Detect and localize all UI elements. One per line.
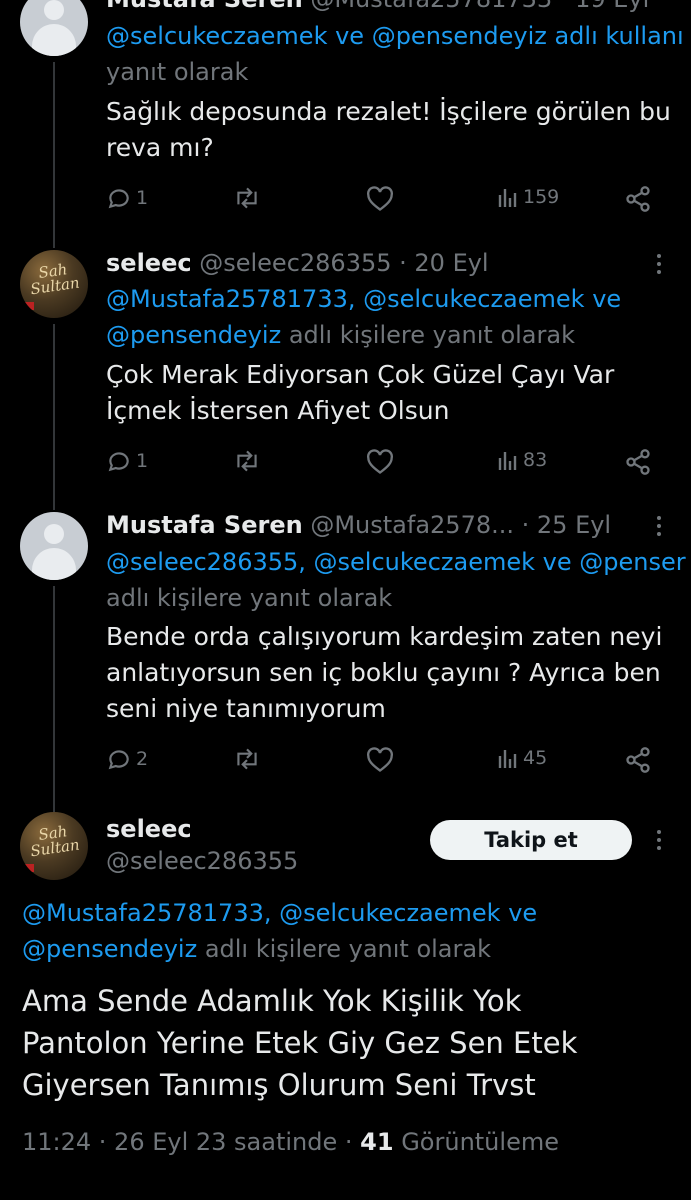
tweet-text-line: reva mı? bbox=[106, 133, 214, 162]
tweet-header: seleec @seleec286355 · 20 Eyl bbox=[106, 248, 489, 278]
avatar[interactable] bbox=[20, 0, 88, 56]
tweet-meta: 11:24 · 26 Eyl 23 saatinde · 41 Görüntül… bbox=[22, 1127, 559, 1157]
avatar-art-text: Sah Sultan bbox=[29, 260, 81, 299]
retweet-icon bbox=[237, 450, 257, 472]
avatar[interactable] bbox=[20, 512, 88, 580]
tweet-text-line: Ama Sende Adamlık Yok Kişilik Yok bbox=[22, 984, 522, 1018]
author-name[interactable]: Mustafa Seren bbox=[106, 0, 303, 13]
tweet-text-line: anlatıyorsun sen iç boklu çayını ? Ayrıc… bbox=[106, 658, 661, 687]
follow-button[interactable]: Takip et bbox=[430, 820, 632, 860]
like-button[interactable] bbox=[366, 186, 394, 212]
author-name[interactable]: Mustafa Seren bbox=[106, 511, 303, 539]
avatar[interactable]: Sah Sultan bbox=[20, 812, 88, 880]
views-button[interactable]: 159 bbox=[497, 185, 559, 209]
tweet-text-line: seni niye tanımıyorum bbox=[106, 694, 386, 723]
views-icon bbox=[498, 189, 517, 207]
views-icon bbox=[498, 750, 517, 768]
tweet-timestamp[interactable]: 11:24 · 26 Eyl 23 saatinde · bbox=[22, 1128, 353, 1156]
thread-connector bbox=[53, 62, 55, 248]
author-handle[interactable]: @Mustafa2578... bbox=[310, 511, 514, 539]
tweet-text-line: İçmek İstersen Afiyet Olsun bbox=[106, 396, 450, 425]
tweet-date[interactable]: · 25 Eyl bbox=[522, 511, 611, 539]
avatar-art-tag bbox=[24, 302, 34, 310]
share-button[interactable] bbox=[624, 448, 652, 476]
reply-icon bbox=[108, 452, 129, 472]
avatar-art-tag bbox=[24, 864, 34, 872]
views-count: 45 bbox=[523, 747, 548, 769]
tweet-text-line: Çok Merak Ediyorsan Çok Güzel Çayı Var bbox=[106, 360, 615, 389]
reply-count: 2 bbox=[136, 748, 149, 770]
reply-context-line: @pensendeyiz adlı kişilere yanıt olarak bbox=[22, 934, 491, 964]
like-icon bbox=[367, 186, 393, 211]
retweet-button[interactable] bbox=[232, 185, 262, 211]
reply-context-suffix: adlı kişilere yanıt olarak bbox=[204, 935, 491, 963]
tweet-header: Mustafa Seren @Mustafa2578... · 25 Eyl bbox=[106, 510, 611, 540]
share-icon bbox=[626, 186, 650, 212]
retweet-icon bbox=[237, 187, 257, 209]
view-count: 41 bbox=[360, 1128, 394, 1156]
tweet-date[interactable]: · 19 Eyl bbox=[560, 0, 649, 13]
like-button[interactable] bbox=[366, 747, 394, 773]
tweet-header: Mustafa Seren @Mustafa25781733 · 19 Eyl bbox=[106, 0, 649, 14]
author-name[interactable]: seleec bbox=[106, 249, 192, 277]
views-button[interactable]: 45 bbox=[497, 746, 547, 770]
views-button[interactable]: 83 bbox=[497, 448, 547, 472]
views-count: 159 bbox=[523, 186, 560, 208]
reply-context-suffix: yanıt olarak bbox=[106, 58, 249, 86]
retweet-button[interactable] bbox=[232, 746, 262, 772]
share-icon bbox=[626, 747, 650, 773]
tweet-date[interactable]: · 20 Eyl bbox=[399, 249, 488, 277]
reply-context-mentions[interactable]: @Mustafa25781733, @selcukeczaemek ve bbox=[106, 284, 621, 314]
reply-icon bbox=[108, 189, 129, 209]
retweet-button[interactable] bbox=[232, 448, 262, 474]
author-handle[interactable]: @seleec286355 bbox=[199, 249, 391, 277]
retweet-icon bbox=[237, 748, 257, 770]
reply-context-suffix: adlı kişilere yanıt olarak bbox=[288, 321, 575, 349]
tweet-text-line: Pantolon Yerine Etek Giy Gez Sen Etek bbox=[22, 1026, 578, 1060]
share-button[interactable] bbox=[624, 746, 652, 774]
reply-count: 1 bbox=[136, 450, 149, 472]
more-icon[interactable] bbox=[656, 516, 662, 540]
more-icon[interactable] bbox=[656, 254, 662, 278]
reply-button[interactable]: 1 bbox=[106, 448, 148, 474]
reply-context-mentions[interactable]: @Mustafa25781733, @selcukeczaemek ve bbox=[22, 898, 537, 928]
reply-context-mentions[interactable]: @seleec286355, @selcukeczaemek ve @pense… bbox=[106, 547, 686, 577]
author-handle[interactable]: @Mustafa25781733 bbox=[310, 0, 552, 13]
more-icon[interactable] bbox=[656, 830, 662, 854]
author-name[interactable]: seleec bbox=[106, 814, 192, 844]
view-label: Görüntüleme bbox=[401, 1128, 559, 1156]
mention-link[interactable]: @pensendeyiz bbox=[22, 935, 197, 963]
reply-button[interactable]: 1 bbox=[106, 185, 148, 211]
thread-connector bbox=[53, 324, 55, 510]
reply-count: 1 bbox=[136, 187, 149, 209]
share-button[interactable] bbox=[624, 185, 652, 213]
avatar-art-text: Sah Sultan bbox=[29, 822, 81, 861]
like-button[interactable] bbox=[366, 449, 394, 475]
reply-context-suffix: adlı kişilere yanıt olarak bbox=[106, 584, 393, 612]
views-count: 83 bbox=[523, 449, 548, 471]
avatar[interactable]: Sah Sultan bbox=[20, 250, 88, 318]
reply-button[interactable]: 2 bbox=[106, 746, 148, 772]
like-icon bbox=[367, 747, 393, 772]
mention-link[interactable]: @pensendeyiz bbox=[106, 321, 281, 349]
like-icon bbox=[367, 449, 393, 474]
tweet-text-line: Giyersen Tanımış Olurum Seni Trvst bbox=[22, 1068, 536, 1102]
reply-context-mentions[interactable]: @selcukeczaemek ve @pensendeyiz adlı kul… bbox=[106, 21, 684, 51]
thread-connector bbox=[53, 586, 55, 812]
tweet-text-line: Sağlık deposunda rezalet! İşçilere görül… bbox=[106, 97, 671, 126]
share-icon bbox=[626, 449, 650, 475]
author-handle[interactable]: @seleec286355 bbox=[106, 846, 298, 876]
tweet-text-line: Bende orda çalışıyorum kardeşim zaten ne… bbox=[106, 622, 663, 651]
reply-context-line: @pensendeyiz adlı kişilere yanıt olarak bbox=[106, 320, 575, 350]
views-icon bbox=[498, 452, 517, 470]
reply-icon bbox=[108, 750, 129, 770]
